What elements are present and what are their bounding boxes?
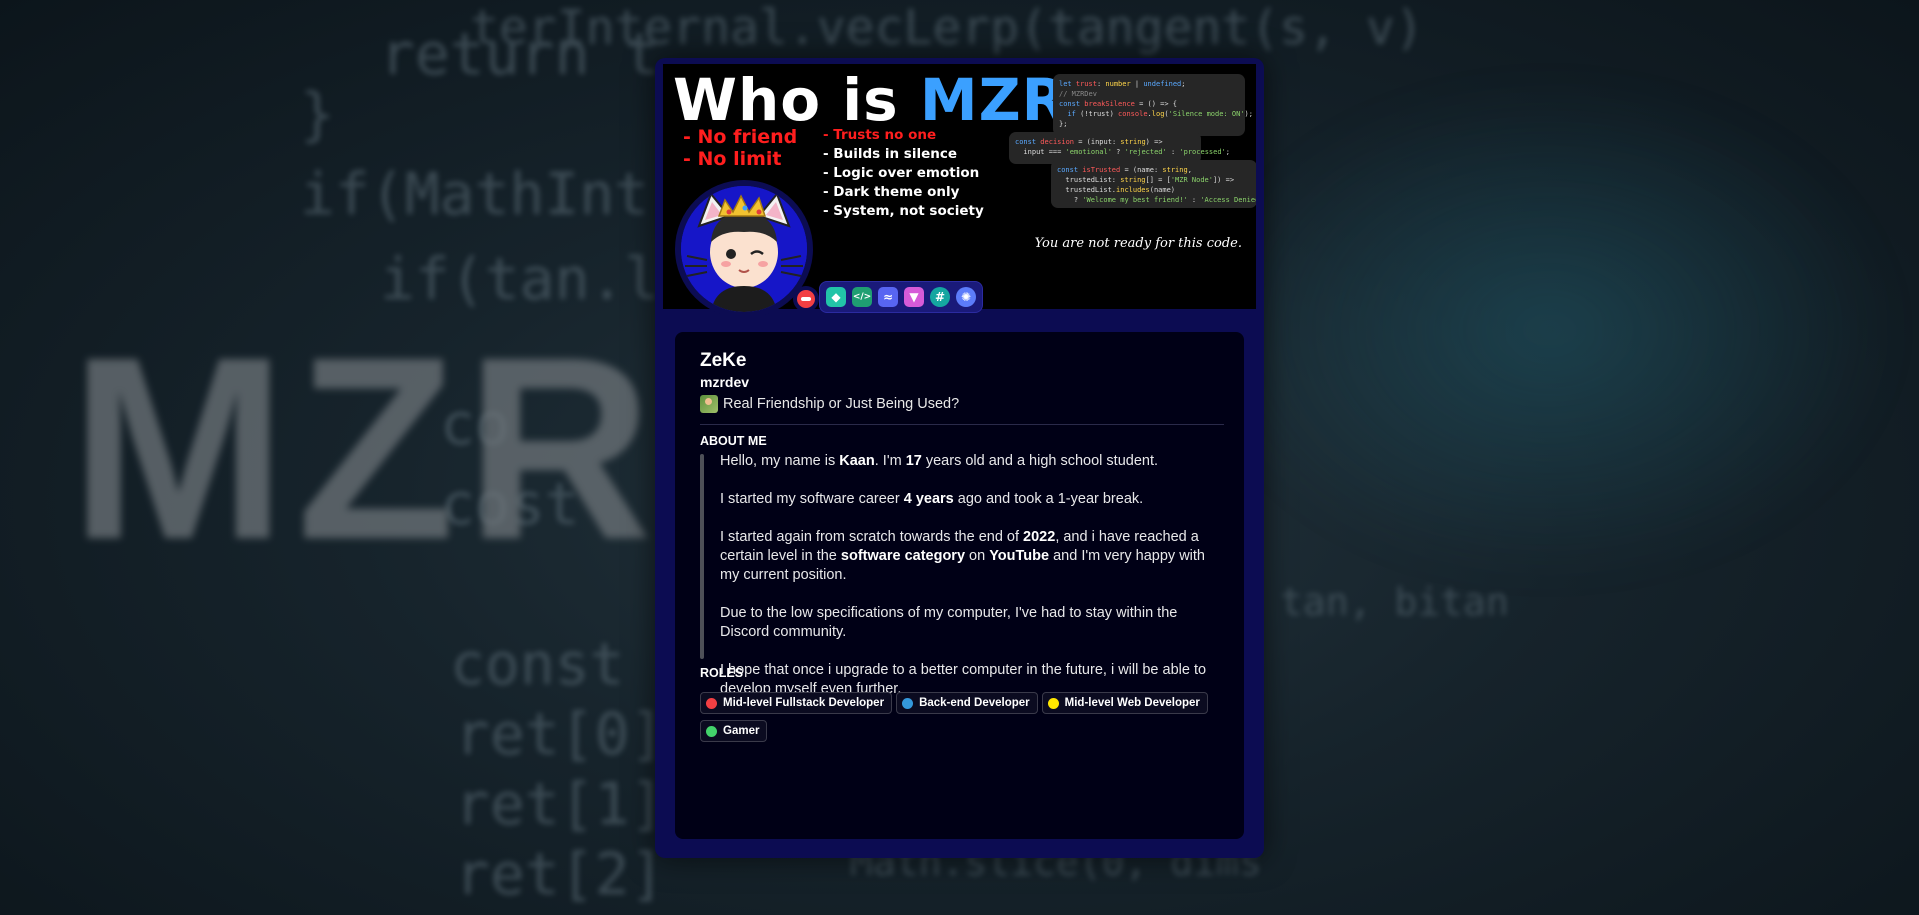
banner-white-item: - Logic over emotion [823, 165, 980, 181]
banner-white-item: - Builds in silence [823, 146, 958, 162]
about-me-text: Hello, my name is Kaan. I'm 17 years old… [720, 452, 1220, 718]
role-tag[interactable]: Mid-level Web Developer [1041, 692, 1208, 714]
display-name: ZeKe [700, 350, 747, 371]
roles-heading: ROLES [700, 666, 744, 680]
role-color-dot [706, 697, 717, 709]
bg-code-line: cost [440, 470, 580, 538]
roles-list: Mid-level Fullstack Developer Back-end D… [700, 692, 1220, 742]
role-color-dot [902, 697, 914, 709]
bg-code-line: ret[2] [455, 840, 665, 908]
bg-code-line: const [450, 630, 625, 698]
hypesquad-icon[interactable]: ◆ [826, 287, 846, 307]
banner-red-item: - No limit [683, 148, 782, 170]
nitro-gem-icon[interactable]: ▼ [904, 287, 924, 307]
badge-row: ◆ </> ≈ ▼ # ✺ [819, 281, 983, 313]
hashtag-icon[interactable]: # [930, 287, 950, 307]
banner-red-list: - No friend - No limit [683, 126, 797, 170]
bg-code-line: if(MathInt [300, 160, 650, 228]
banner-code-snippet: const isTrusted = (name: string, trusted… [1051, 160, 1256, 208]
server-booster-icon[interactable]: ✺ [956, 287, 976, 307]
custom-status: Real Friendship or Just Being Used? [700, 395, 959, 413]
role-tag[interactable]: Back-end Developer [896, 692, 1038, 714]
about-paragraph: Hello, my name is Kaan. I'm 17 years old… [720, 453, 1159, 469]
speed-icon[interactable]: ≈ [878, 287, 898, 307]
bg-code-line: ret[0] [455, 700, 665, 768]
banner-code-snippet: let trust: number | undefined; // MZRDev… [1053, 74, 1253, 136]
banner-red-item: - No friend [683, 126, 798, 148]
avatar-frame[interactable] [675, 180, 819, 318]
custom-status-emoji-icon [700, 395, 718, 413]
do-not-disturb-status-icon [793, 286, 819, 312]
banner-white-item: - Dark theme only [823, 184, 960, 200]
custom-status-text: Real Friendship or Just Being Used? [723, 396, 960, 412]
about-paragraph: I started again from scratch towards the… [720, 529, 1205, 583]
profile-info-panel: ZeKe mzrdev Real Friendship or Just Bein… [675, 332, 1244, 839]
blockquote-bar [700, 454, 704, 659]
avatar[interactable] [681, 186, 807, 312]
about-me-heading: ABOUT ME [700, 434, 767, 448]
username[interactable]: mzrdev [700, 374, 749, 390]
background-glow [1200, 80, 1900, 580]
banner-white-item: - Trusts no one [823, 127, 937, 143]
active-developer-icon[interactable]: </> [852, 287, 872, 307]
role-tag[interactable]: Gamer [700, 720, 768, 742]
bg-code-line: tan, bitan [1280, 580, 1509, 624]
bg-code-line: } [300, 80, 335, 148]
bg-code-line: co [440, 390, 510, 458]
profile-card: Who is MZR? - No friend - No limit - Tru… [655, 58, 1264, 858]
about-paragraph: I started my software career 4 years ago… [720, 491, 1144, 507]
role-tag[interactable]: Mid-level Fullstack Developer [700, 692, 893, 714]
bg-code-line: terInternal.vecLerp(tangent(s, v) [470, 0, 1424, 56]
bg-code-line: return t [380, 20, 660, 88]
role-color-dot [706, 725, 717, 737]
avatar-illustration [681, 186, 807, 312]
about-paragraph: Due to the low specifications of my comp… [720, 605, 1178, 640]
banner-white-item: - System, not society [823, 203, 984, 219]
banner-white-list: - Trusts no one - Builds in silence - Lo… [823, 126, 984, 221]
divider [700, 424, 1224, 425]
role-color-dot [1047, 697, 1059, 709]
bg-code-line: ret[1] [455, 770, 665, 838]
bg-code-line: if(tan.l [380, 245, 660, 313]
banner-tagline: You are not ready for this code. [1034, 236, 1242, 251]
